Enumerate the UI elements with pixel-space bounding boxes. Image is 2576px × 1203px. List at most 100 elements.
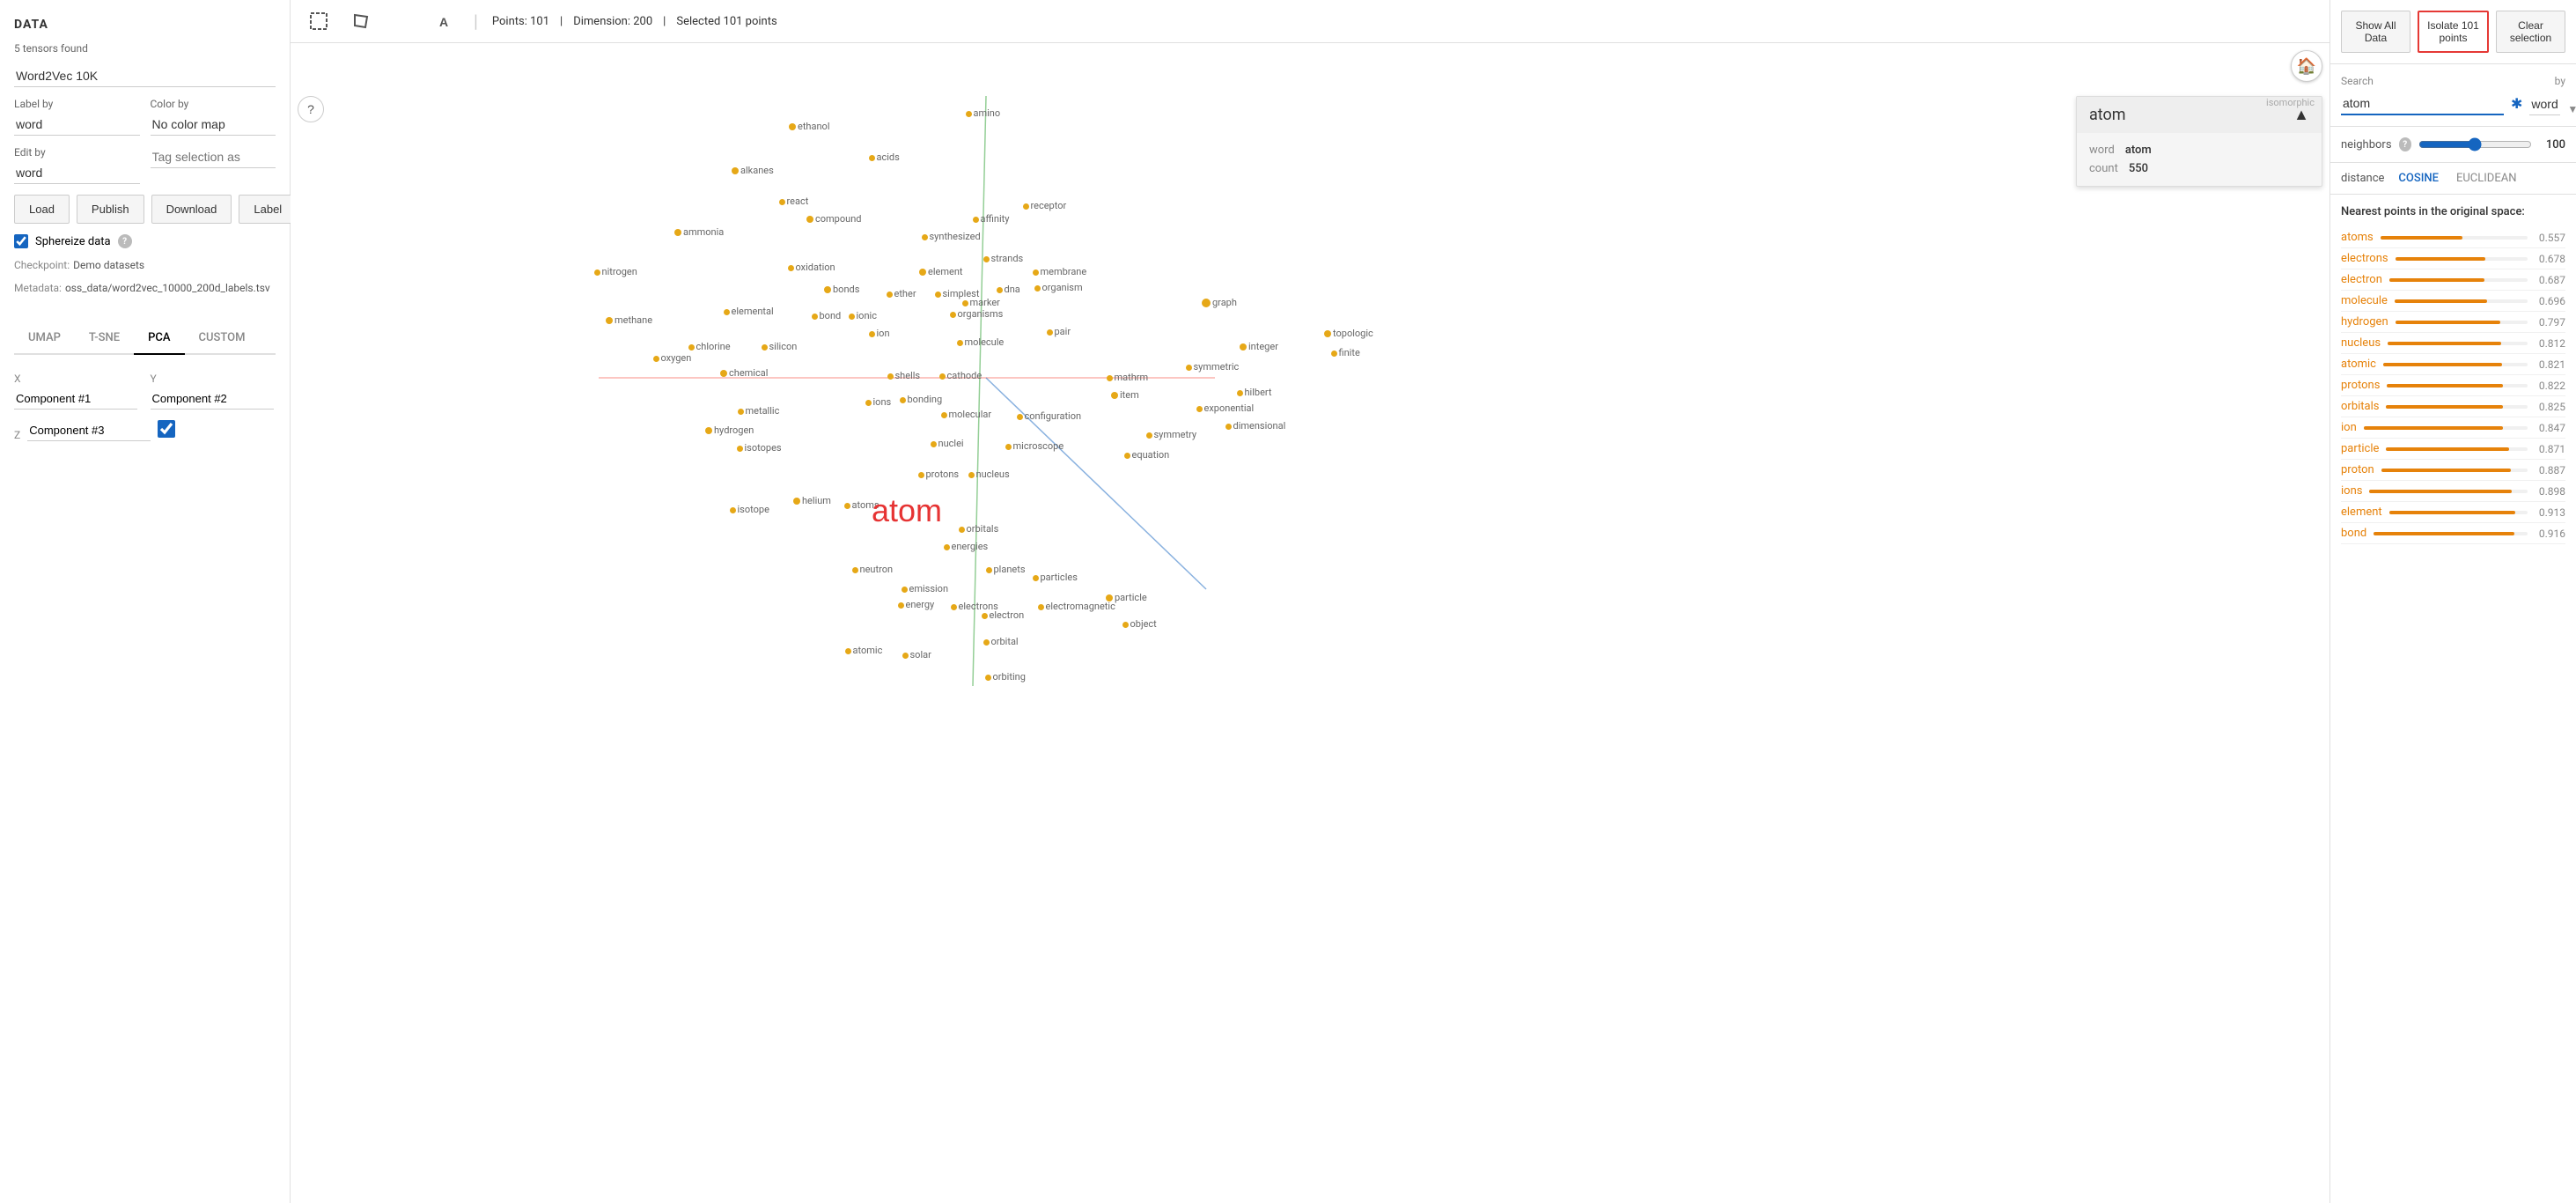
point-dot[interactable]	[973, 217, 979, 223]
select-lasso-icon[interactable]	[347, 7, 375, 35]
z-select[interactable]: Component #3	[27, 420, 151, 441]
point-dot[interactable]	[1122, 622, 1129, 628]
point-dot[interactable]	[1324, 330, 1331, 337]
point-dot[interactable]	[653, 356, 659, 362]
color-by-select[interactable]: No color map	[151, 114, 276, 136]
info-card-chevron-up-icon[interactable]: ▲	[2293, 106, 2309, 124]
publish-button[interactable]: Publish	[77, 195, 144, 224]
euclidean-option[interactable]: EUCLIDEAN	[2453, 170, 2521, 187]
point-dot[interactable]	[1033, 575, 1039, 581]
point-dot[interactable]	[788, 265, 794, 271]
point-dot[interactable]	[951, 604, 957, 610]
label-by-select[interactable]: word	[14, 114, 140, 136]
label-button[interactable]: Label	[239, 195, 297, 224]
point-dot[interactable]	[1124, 453, 1130, 459]
nearest-item-name[interactable]: bond	[2341, 527, 2366, 540]
point-dot[interactable]	[806, 216, 813, 223]
point-dot[interactable]	[865, 400, 872, 406]
nearest-item-name[interactable]: proton	[2341, 463, 2374, 476]
point-dot[interactable]	[869, 331, 875, 337]
point-dot[interactable]	[674, 229, 681, 236]
point-dot[interactable]	[997, 287, 1003, 293]
nearest-item-name[interactable]: protons	[2341, 379, 2380, 392]
point-dot[interactable]	[844, 503, 850, 509]
nearest-item-name[interactable]: atomic	[2341, 358, 2376, 371]
point-dot[interactable]	[1017, 414, 1023, 420]
point-dot[interactable]	[1225, 424, 1232, 430]
y-select[interactable]: Component #2	[151, 388, 274, 410]
search-input[interactable]	[2341, 92, 2504, 115]
point-dot[interactable]	[944, 544, 950, 550]
point-dot[interactable]	[950, 312, 956, 318]
cosine-option[interactable]: COSINE	[2395, 170, 2442, 187]
nearest-item-name[interactable]: molecule	[2341, 294, 2388, 307]
nearest-item-name[interactable]: electrons	[2341, 252, 2388, 265]
point-dot[interactable]	[959, 527, 965, 533]
neighbors-info-icon[interactable]: ?	[2399, 137, 2411, 151]
download-button[interactable]: Download	[151, 195, 232, 224]
nearest-item-name[interactable]: particle	[2341, 442, 2379, 455]
point-dot[interactable]	[935, 292, 941, 298]
point-dot[interactable]	[941, 412, 947, 418]
point-dot[interactable]	[900, 397, 906, 403]
point-dot[interactable]	[986, 567, 992, 573]
show-all-button[interactable]: Show All Data	[2341, 11, 2410, 53]
point-dot[interactable]	[922, 234, 928, 240]
point-dot[interactable]	[869, 155, 875, 161]
neighbors-slider[interactable]	[2418, 137, 2532, 151]
point-dot[interactable]	[919, 269, 926, 276]
point-dot[interactable]	[1034, 285, 1041, 292]
tab-pca[interactable]: PCA	[134, 322, 184, 355]
clear-selection-button[interactable]: Clear selection	[2496, 11, 2565, 53]
point-dot[interactable]	[1196, 406, 1203, 412]
nearest-item-name[interactable]: electron	[2341, 273, 2382, 286]
point-dot[interactable]	[985, 675, 991, 681]
point-dot[interactable]	[898, 602, 904, 609]
point-dot[interactable]	[606, 317, 613, 324]
nearest-item-name[interactable]: hydrogen	[2341, 315, 2388, 328]
x-select[interactable]: Component #1	[14, 388, 137, 410]
point-dot[interactable]	[793, 498, 800, 505]
point-dot[interactable]	[962, 300, 968, 306]
point-dot[interactable]	[812, 314, 818, 320]
point-dot[interactable]	[1237, 390, 1243, 396]
point-dot[interactable]	[887, 373, 894, 380]
point-dot[interactable]	[730, 507, 736, 513]
point-dot[interactable]	[1047, 329, 1053, 336]
point-dot[interactable]	[737, 446, 743, 452]
point-dot[interactable]	[957, 340, 963, 346]
point-dot[interactable]	[849, 314, 855, 320]
tab-tsne[interactable]: T-SNE	[75, 322, 134, 355]
select-rect-icon[interactable]	[305, 7, 333, 35]
point-dot[interactable]	[966, 111, 972, 117]
point-dot[interactable]	[1202, 299, 1211, 307]
point-dot[interactable]	[1106, 594, 1113, 602]
night-mode-icon[interactable]	[389, 7, 417, 35]
tag-input[interactable]	[151, 146, 276, 168]
help-button[interactable]: ?	[298, 96, 324, 122]
point-dot[interactable]	[902, 653, 909, 659]
point-dot[interactable]	[983, 256, 990, 262]
point-dot[interactable]	[931, 441, 937, 447]
point-dot[interactable]	[724, 309, 730, 315]
point-dot[interactable]	[732, 167, 739, 174]
point-dot[interactable]	[982, 613, 988, 619]
point-dot[interactable]	[1107, 375, 1113, 381]
point-dot[interactable]	[720, 370, 727, 377]
nearest-item-name[interactable]: ions	[2341, 484, 2362, 498]
point-dot[interactable]	[1023, 203, 1029, 210]
nearest-item-name[interactable]: orbitals	[2341, 400, 2379, 413]
point-dot[interactable]	[1033, 269, 1039, 276]
by-select[interactable]: word	[2529, 93, 2560, 115]
point-dot[interactable]	[939, 373, 946, 380]
point-dot[interactable]	[1146, 432, 1152, 439]
point-dot[interactable]	[852, 567, 858, 573]
point-dot[interactable]	[983, 639, 990, 646]
point-dot[interactable]	[688, 344, 695, 351]
point-dot[interactable]	[902, 587, 908, 593]
point-dot[interactable]	[594, 269, 600, 276]
point-dot[interactable]	[918, 472, 924, 478]
point-dot[interactable]	[887, 292, 893, 298]
nearest-item-name[interactable]: atoms	[2341, 231, 2374, 244]
dataset-select[interactable]: Word2Vec 10K	[14, 65, 276, 87]
